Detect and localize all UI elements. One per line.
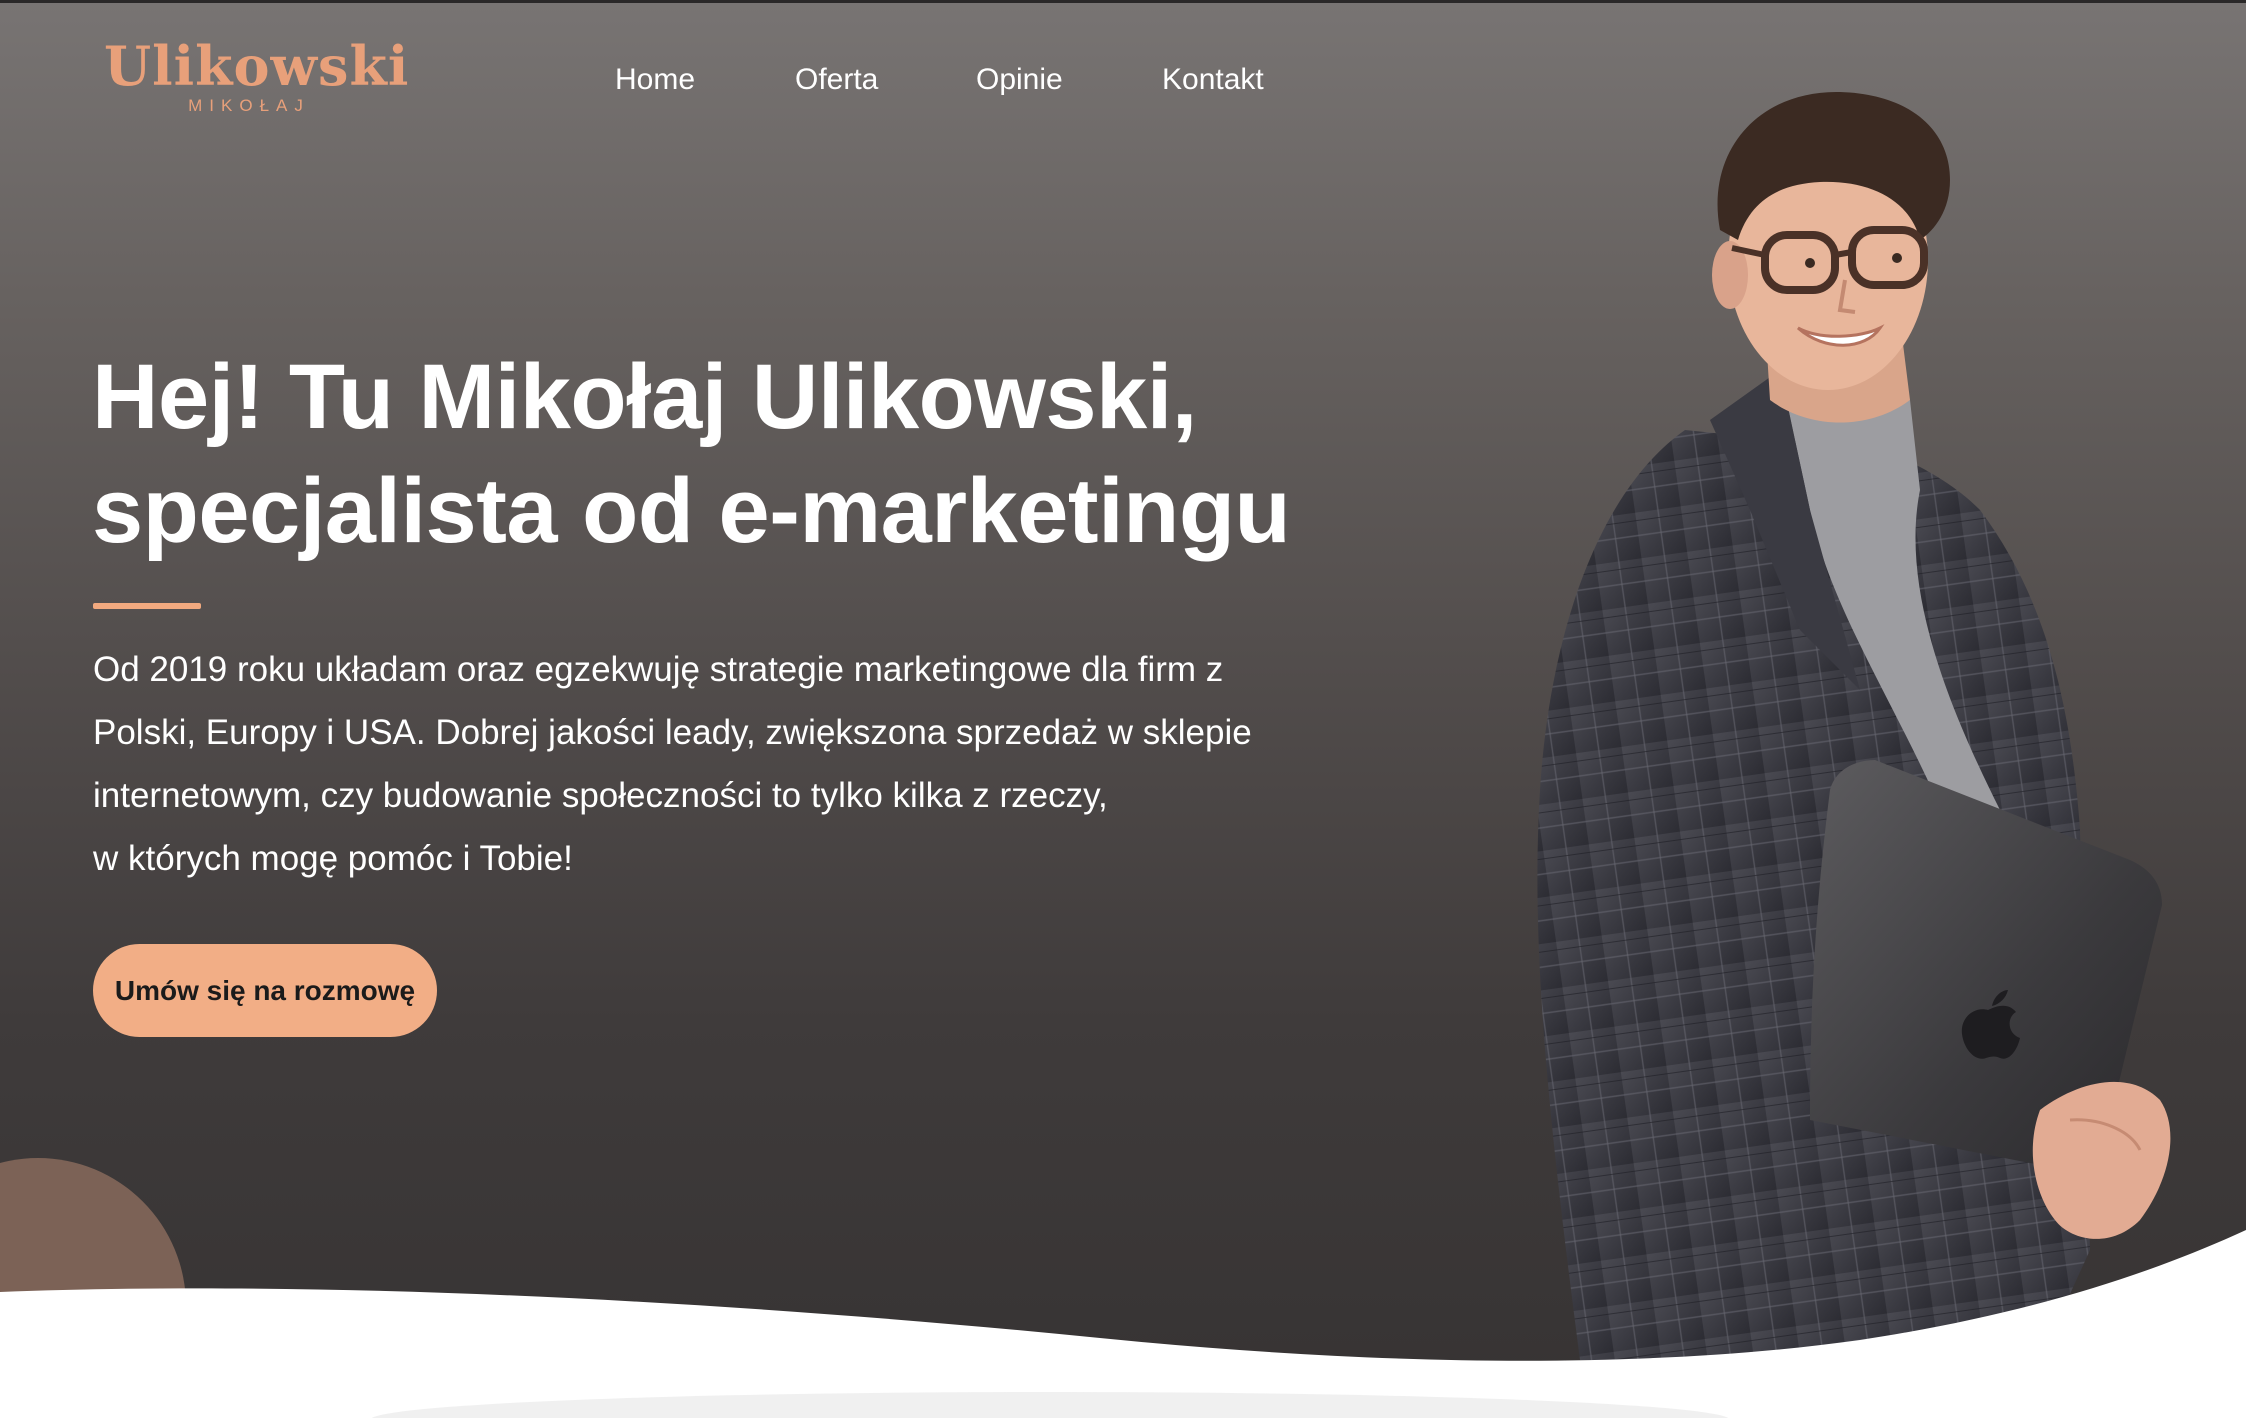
intro-line-1: Od 2019 roku układam oraz egzekwuję stra… [93, 650, 1224, 689]
headline-line-2: specjalista od e-marketingu [92, 460, 1291, 562]
brand-subname: MIKOŁAJ [188, 96, 310, 115]
nav-home[interactable]: Home [615, 58, 695, 102]
hero-headline: Hej! Tu Mikołaj Ulikowski, specjalista o… [92, 340, 1392, 568]
intro-line-4: w których mogę pomóc i Tobie! [93, 839, 573, 878]
portrait-image [1537, 91, 2171, 1360]
top-border [0, 0, 2246, 3]
nav-kontakt[interactable]: Kontakt [1162, 58, 1264, 102]
hero-intro: Od 2019 roku układam oraz egzekwuję stra… [93, 638, 1333, 890]
intro-line-3: internetowym, czy budowanie społeczności… [93, 776, 1108, 815]
accent-divider [93, 603, 201, 609]
brand-name: Ulikowski [104, 34, 410, 98]
nav-oferta[interactable]: Oferta [795, 58, 878, 102]
intro-line-2: Polski, Europy i USA. Dobrej jakości lea… [93, 713, 1252, 752]
headline-line-1: Hej! Tu Mikołaj Ulikowski, [92, 346, 1197, 448]
book-call-button[interactable]: Umów się na rozmowę [93, 944, 437, 1037]
bottom-wave [0, 1230, 2246, 1418]
brand-logo[interactable]: Ulikowski MIKOŁAJ [104, 34, 410, 118]
nav-opinie[interactable]: Opinie [976, 58, 1063, 102]
hero-section: Ulikowski MIKOŁAJ Home Oferta Opinie Kon… [0, 0, 2246, 1418]
